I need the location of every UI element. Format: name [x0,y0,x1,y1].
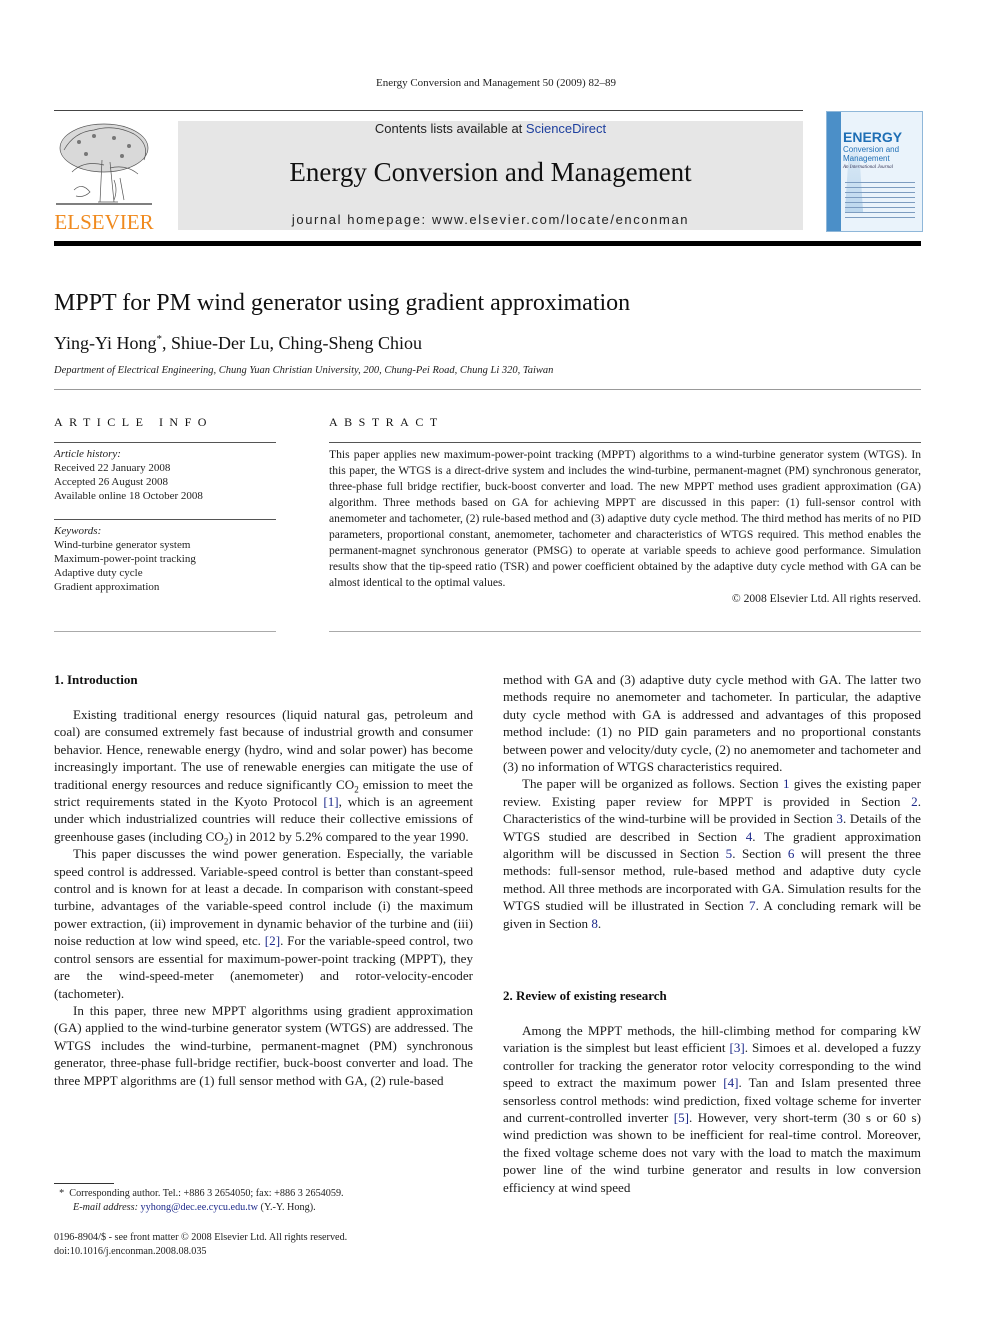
cover-subtitle: Conversion and Management [843,145,899,163]
keyword: Wind-turbine generator system [54,539,191,551]
left-column: Existing traditional energy resources (l… [54,706,473,1089]
masthead-bottom-rule [54,241,921,246]
citation-link[interactable]: [2] [265,933,280,948]
email-link[interactable]: yyhong@dec.ee.cycu.edu.tw [141,1202,258,1213]
keyword: Maximum-power-point tracking [54,553,196,565]
keywords-rule [54,519,276,520]
tree-icon [56,123,152,205]
doi-link[interactable]: doi:10.1016/j.enconman.2008.08.035 [54,1245,347,1259]
elsevier-wordmark: ELSEVIER [54,210,154,234]
corresponding-author-mark[interactable]: * [157,333,163,345]
article-info-heading: ARTICLE INFO [54,415,213,429]
email-note: E-mail address: yyhong@dec.ee.cycu.edu.t… [73,1202,316,1213]
affiliation: Department of Electrical Engineering, Ch… [54,365,554,376]
keywords: Keywords: Wind-turbine generator system … [54,524,196,594]
abstract-text: This paper applies new maximum-power-poi… [329,448,921,589]
keywords-label: Keywords: [54,525,102,537]
abstract-heading: ABSTRACT [329,415,444,429]
paragraph: Among the MPPT methods, the hill-climbin… [503,1023,922,1195]
section-heading-introduction: 1. Introduction [54,672,138,687]
section-heading-review: 2. Review of existing research [503,988,667,1003]
history-received: Received 22 January 2008 [54,462,171,474]
history-accepted: Accepted 26 August 2008 [54,476,168,488]
abstract-copyright: © 2008 Elsevier Ltd. All rights reserved… [731,592,921,605]
journal-cover-thumbnail: ENERGY Conversion and Management An Inte… [826,111,923,232]
issn-line: 0196-8904/$ - see front matter © 2008 El… [54,1232,348,1243]
citation-link[interactable]: [5] [674,1110,689,1125]
contents-line: Contents lists available at ScienceDirec… [178,121,803,136]
masthead-top-rule [54,110,803,111]
paragraph: Existing traditional energy resources (l… [54,707,473,847]
contents-prefix: Contents lists available at [374,121,526,136]
paragraph: The paper will be organized as follows. … [503,776,921,931]
right-column-section-2: Among the MPPT methods, the hill-climbin… [503,1022,921,1196]
abstract-body: This paper applies new maximum-power-poi… [329,447,921,607]
cover-subtitle-line-2: Management [843,154,890,163]
front-matter-info: 0196-8904/$ - see front matter © 2008 El… [54,1231,347,1259]
paragraph: method with GA and (3) adaptive duty cyc… [503,672,921,775]
abstract-rule [329,442,921,443]
author-name: Ching-Sheng Chiou [278,333,423,353]
author-list: Ying-Yi Hong*, Shiue-Der Lu, Ching-Sheng… [54,333,423,353]
journal-homepage-link[interactable]: journal homepage: www.elsevier.com/locat… [178,212,803,227]
article-title: MPPT for PM wind generator using gradien… [54,290,631,316]
footnote: * Corresponding author. Tel.: +886 3 265… [54,1187,344,1215]
corresponding-author-note: * Corresponding author. Tel.: +886 3 265… [59,1188,344,1199]
cover-subtitle-line-1: Conversion and [843,145,900,154]
running-head: Energy Conversion and Management 50 (200… [376,77,616,89]
author-name: Shiue-Der Lu [171,333,270,353]
journal-title: Energy Conversion and Management [289,157,692,187]
paragraph: This paper discusses the wind power gene… [54,846,473,1001]
footnote-rule [54,1183,114,1184]
keyword: Adaptive duty cycle [54,567,143,579]
article-history: Article history: Received 22 January 200… [54,447,203,503]
right-column: method with GA and (3) adaptive duty cyc… [503,671,921,932]
citation-link[interactable]: [3] [729,1040,744,1055]
journal-banner: Contents lists available at ScienceDirec… [178,121,803,230]
article-info-rule [54,442,276,443]
title-divider [54,389,921,390]
history-online: Available online 18 October 2008 [54,490,203,502]
abstract-bottom-rule [329,631,921,632]
article-info-bottom-rule [54,631,276,632]
cover-title: ENERGY [843,129,903,145]
author-name: Ying-Yi Hong [54,333,157,353]
cover-tagline: An International Journal [843,165,893,170]
cover-topic-list [845,182,915,222]
paragraph: In this paper, three new MPPT algorithms… [54,1002,473,1088]
history-label: Article history: [54,448,121,460]
cover-side-band [827,112,841,231]
keyword: Gradient approximation [54,581,160,593]
citation-link[interactable]: [4] [723,1075,738,1090]
sciencedirect-link[interactable]: ScienceDirect [526,121,606,136]
citation-link[interactable]: [1] [323,794,338,809]
